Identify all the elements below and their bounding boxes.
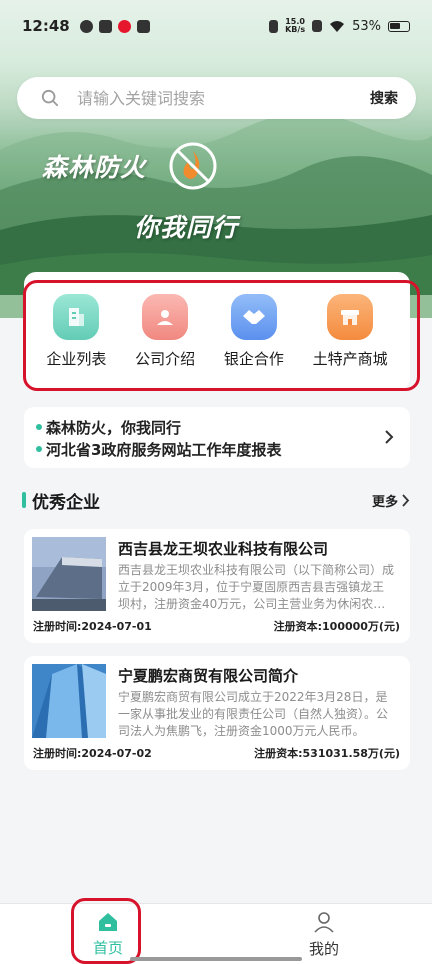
bottom-tab-bar: 首页 我的: [0, 903, 432, 964]
weibo-icon: [117, 19, 131, 33]
registered-capital: 注册资本:100000万(元): [273, 620, 400, 633]
net-speed: 15.0 KB/s: [285, 17, 306, 34]
company-name: 宁夏鹏宏商贸有限公司简介: [118, 667, 299, 685]
chevron-right-icon: [385, 430, 394, 444]
company-name: 西吉县龙王坝农业科技有限公司: [118, 540, 329, 558]
home-indicator: [130, 957, 302, 961]
menu-label: 企业列表: [46, 349, 107, 368]
company-description: 宁夏鹏宏商贸有限公司成立于2022年3月28日，是一家从事批发业的有限责任公司（…: [118, 690, 389, 738]
shop-icon: [327, 293, 374, 340]
menu-item-bank-cooperation[interactable]: 银企合作: [223, 293, 284, 369]
tab-home[interactable]: 首页: [0, 904, 216, 964]
vibrate-icon: [269, 19, 279, 33]
battery-icon: [388, 20, 410, 32]
sim-icon: [312, 20, 323, 32]
search-icon: [41, 89, 59, 107]
menu-item-specialty-mall[interactable]: 土特产商城: [312, 293, 388, 369]
battery-percent: 53%: [352, 18, 381, 34]
menu-item-company-intro[interactable]: 公司介绍: [135, 293, 196, 369]
menu-label: 土特产商城: [312, 349, 388, 368]
search-button[interactable]: 搜索: [370, 88, 398, 108]
bullet-dot: [36, 424, 42, 430]
quick-menu: 企业列表 公司介绍 银企合作 土特产商城: [24, 272, 410, 390]
company-card[interactable]: 西吉县龙王坝农业科技有限公司 西吉县龙王坝农业科技有限公司（以下简称公司）成立于…: [24, 529, 410, 643]
status-time: 12:48: [22, 17, 70, 35]
tab-mine[interactable]: 我的: [216, 904, 432, 964]
registration-date: 注册时间:2024-07-02: [33, 747, 152, 760]
company-card[interactable]: 宁夏鹏宏商贸有限公司简介 宁夏鹏宏商贸有限公司成立于2022年3月28日，是一家…: [24, 656, 410, 770]
news-item[interactable]: 河北省3政府服务网站工作年度报表: [36, 438, 398, 460]
tab-label: 首页: [92, 938, 123, 957]
no-fire-icon: [169, 142, 217, 190]
news-item[interactable]: 森林防火，你我同行: [36, 416, 398, 438]
company-photo: [32, 664, 106, 738]
company-list-icon: [53, 293, 100, 340]
bullet-dot: [36, 446, 42, 452]
news-ticker[interactable]: 森林防火，你我同行 河北省3政府服务网站工作年度报表: [24, 407, 410, 468]
home-icon: [99, 912, 117, 931]
status-bar: 12:48 15.0 KB/s 53%: [0, 0, 432, 52]
company-photo: [32, 537, 106, 611]
banner-title-line2: 你我同行: [134, 213, 239, 242]
sync-icon: [79, 19, 93, 33]
section-header: 优秀企业 更多: [22, 488, 410, 513]
user-icon: [314, 911, 334, 933]
section-title: 优秀企业: [32, 492, 100, 513]
handshake-icon: [230, 293, 277, 340]
tab-label: 我的: [308, 939, 339, 958]
wifi-icon: [330, 20, 345, 32]
chevron-right-icon: [402, 493, 410, 507]
registration-date: 注册时间:2024-07-01: [33, 620, 152, 633]
company-intro-icon: [142, 293, 189, 340]
pinwheel-icon: [98, 19, 112, 33]
search-input[interactable]: [77, 88, 370, 108]
more-link[interactable]: 更多: [372, 491, 410, 510]
section-accent-bar: [22, 492, 26, 508]
menu-label: 公司介绍: [135, 349, 196, 368]
banner-title-line1: 森林防火: [42, 153, 147, 182]
menu-item-company-list[interactable]: 企业列表: [46, 293, 107, 369]
menu-label: 银企合作: [223, 349, 284, 368]
message-icon: [136, 19, 150, 33]
company-description: 西吉县龙王坝农业科技有限公司（以下简称公司）成立于2009年3月，位于宁夏固原西…: [118, 563, 395, 611]
registered-capital: 注册资本:531031.58万(元): [254, 747, 400, 760]
search-bar[interactable]: 搜索: [17, 77, 416, 119]
